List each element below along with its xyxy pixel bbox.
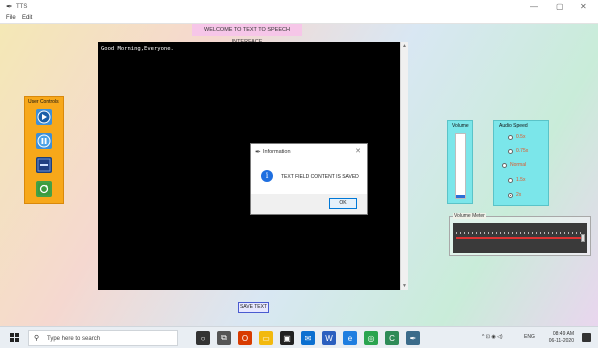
- pause-icon: [37, 134, 51, 148]
- meter-level-line: [456, 237, 584, 239]
- edge-icon[interactable]: e: [343, 331, 357, 345]
- dialog-title: Information: [263, 149, 291, 155]
- stop-button[interactable]: [36, 157, 52, 173]
- dialog-close-icon[interactable]: ✕: [355, 147, 361, 155]
- volume-meter-label: Volume Meter: [453, 213, 486, 219]
- volume-level: [456, 195, 465, 198]
- dialog-message: TEXT FIELD CONTENT IS SAVED: [281, 174, 359, 180]
- office-icon[interactable]: O: [238, 331, 252, 345]
- windows-start-icon[interactable]: [10, 333, 20, 343]
- clock-date: 06-11-2020: [548, 338, 574, 344]
- radio-icon: [508, 148, 513, 154]
- search-icon: ⚲: [34, 335, 40, 342]
- speed-option-2x[interactable]: 2x: [508, 192, 521, 198]
- volume-meter-frame: Volume Meter: [449, 213, 591, 256]
- taskbar-search[interactable]: ⚲ Type here to search: [28, 330, 178, 346]
- ok-button[interactable]: OK: [329, 198, 357, 209]
- store-icon[interactable]: ▣: [280, 331, 294, 345]
- search-placeholder: Type here to search: [47, 336, 101, 342]
- info-icon: i: [261, 170, 273, 182]
- editor-scrollbar[interactable]: ▲ ▼: [400, 42, 408, 290]
- taskbar-clock[interactable]: 08:49 AM 06-11-2020: [540, 331, 574, 345]
- taskbar: ⚲ Type here to search ○ ⧉ O ▭ ▣ ✉ We ◎ C ✒ ^ ⊡ ◉ …: [0, 326, 598, 348]
- menu-file[interactable]: File: [6, 15, 16, 21]
- editor-text: Good Morning,Everyone.: [101, 46, 174, 52]
- radio-icon: [502, 162, 507, 168]
- volume-panel: Volume: [447, 120, 473, 204]
- pause-button[interactable]: [36, 133, 52, 149]
- user-controls-panel: User Controls: [24, 96, 64, 204]
- tts-app-icon[interactable]: ✒: [406, 331, 420, 345]
- menu-edit[interactable]: Edit: [22, 15, 32, 21]
- volume-slider[interactable]: [455, 133, 466, 199]
- file-explorer-icon[interactable]: ▭: [259, 331, 273, 345]
- volume-label: Volume: [452, 123, 469, 129]
- close-button[interactable]: ✕: [580, 2, 587, 11]
- mail-icon[interactable]: ✉: [301, 331, 315, 345]
- word-icon[interactable]: W: [322, 331, 336, 345]
- notification-icon[interactable]: [582, 333, 591, 342]
- cortana-icon[interactable]: ○: [196, 331, 210, 345]
- title-bar: ✒ TTS — ▢ ✕: [0, 0, 598, 14]
- speed-option-0-75x[interactable]: 0.75x: [508, 148, 528, 154]
- maximize-button[interactable]: ▢: [556, 2, 564, 11]
- refresh-icon: [38, 183, 50, 195]
- radio-selected-icon: [508, 192, 513, 198]
- window-title: TTS: [16, 4, 28, 10]
- meter-knob[interactable]: [581, 234, 585, 242]
- refresh-button[interactable]: [36, 181, 52, 197]
- save-text-button[interactable]: SAVE TEXT: [238, 302, 269, 313]
- radio-icon: [508, 134, 513, 140]
- dialog-footer: OK: [251, 194, 367, 214]
- information-dialog: ✒ Information ✕ i TEXT FIELD CONTENT IS …: [250, 143, 368, 215]
- menu-bar: File Edit: [0, 14, 598, 24]
- radio-icon: [508, 177, 513, 183]
- volume-meter[interactable]: [453, 223, 587, 253]
- meter-ticks: [456, 232, 584, 234]
- stop-icon: [37, 158, 51, 172]
- ccleaner-icon[interactable]: C: [385, 331, 399, 345]
- tray-icons[interactable]: ^ ⊡ ◉ ◁): [482, 334, 503, 340]
- chrome-icon[interactable]: ◎: [364, 331, 378, 345]
- task-view-icon[interactable]: ⧉: [217, 331, 231, 345]
- scroll-down-icon[interactable]: ▼: [402, 283, 407, 289]
- feather-icon: ✒: [255, 149, 261, 156]
- tts-window: ✒ TTS — ▢ ✕ File Edit WELCOME TO TEXT TO…: [0, 0, 598, 326]
- clock-time: 08:49 AM: [552, 331, 574, 337]
- user-controls-label: User Controls: [28, 99, 59, 105]
- speed-option-1-5x[interactable]: 1.5x: [508, 177, 525, 183]
- play-icon: [37, 110, 51, 124]
- play-button[interactable]: [36, 109, 52, 125]
- audio-speed-label: Audio Speed: [499, 123, 528, 129]
- page-heading: WELCOME TO TEXT TO SPEECH INTERFACE: [192, 24, 302, 45]
- minimize-button[interactable]: —: [530, 2, 538, 11]
- audio-speed-panel: Audio Speed 0.5x 0.75x Normal 1.5x 2x: [493, 120, 549, 206]
- scroll-up-icon[interactable]: ▲: [402, 43, 407, 49]
- feather-icon: ✒: [6, 2, 13, 11]
- tray-language[interactable]: ENG: [524, 334, 535, 340]
- speed-option-0-5x[interactable]: 0.5x: [508, 134, 525, 140]
- speed-option-normal[interactable]: Normal: [502, 162, 526, 168]
